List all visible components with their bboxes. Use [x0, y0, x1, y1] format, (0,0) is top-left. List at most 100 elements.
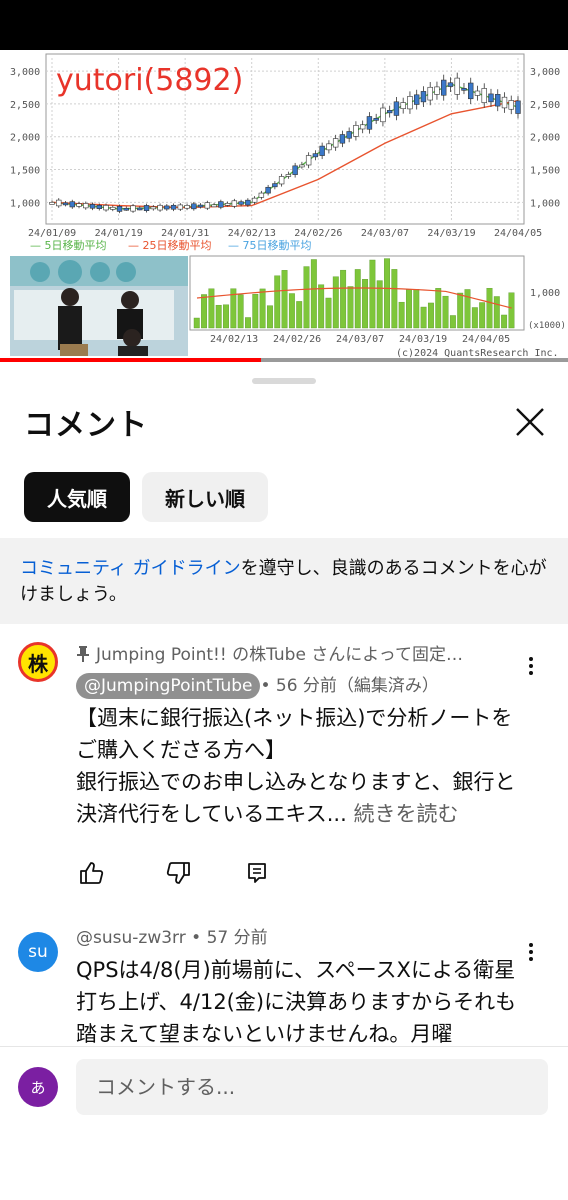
status-bar: [0, 0, 568, 50]
candle: [62, 202, 69, 206]
candle: [76, 203, 82, 207]
community-guideline-link[interactable]: コミュニティ ガイドライン: [20, 558, 241, 579]
volume-date-tick: 24/04/05: [462, 334, 510, 345]
candle: [326, 143, 332, 151]
sort-chip-popular[interactable]: 人気順: [24, 472, 130, 522]
comment-menu-button[interactable]: [518, 650, 544, 682]
candle: [386, 110, 393, 114]
volume-bar: [464, 289, 471, 329]
read-more-link[interactable]: 続きを読む: [353, 802, 458, 826]
comment-meta: @JumpingPointTube • 56 分前（編集済み）: [76, 672, 526, 700]
pinned-notice: Jumping Point!! の株Tube さんによって固定…: [76, 642, 526, 668]
candle: [218, 201, 224, 208]
video-progress-bar[interactable]: [0, 358, 568, 362]
video-player[interactable]: yutori(5892) 3,000 3,000 2,500 2,500 2,000 2,…: [0, 50, 568, 362]
kebab-dot: [529, 671, 533, 675]
volume-bar: [215, 304, 222, 329]
candle: [164, 205, 170, 210]
date-tick-label: 24/01/19: [95, 228, 143, 239]
candle: [103, 205, 109, 211]
candle: [143, 205, 150, 211]
dislike-button[interactable]: [164, 858, 194, 888]
volume-bar: [325, 297, 332, 329]
volume-bar: [413, 289, 420, 329]
price-tick-label: 3,000: [10, 67, 40, 78]
candle: [197, 204, 204, 208]
kebab-dot: [529, 664, 533, 668]
candle: [515, 100, 521, 114]
volume-bar: [223, 304, 229, 329]
candle: [89, 204, 96, 209]
reply-button[interactable]: [242, 858, 272, 888]
pin-icon: [77, 646, 89, 662]
date-tick-label: 24/02/26: [294, 228, 342, 239]
volume-bar: [479, 302, 486, 329]
candle: [332, 138, 339, 148]
candle: [447, 82, 454, 87]
kebab-dot: [529, 657, 533, 661]
volume-bar: [406, 289, 412, 329]
volume-bar: [288, 293, 295, 329]
comment-menu-button[interactable]: [518, 936, 544, 968]
reply-icon: [248, 863, 266, 883]
candle: [177, 204, 184, 210]
candle: [184, 205, 190, 209]
candle: [49, 202, 55, 205]
candle: [292, 165, 298, 175]
thumbs-down-icon: [166, 862, 190, 884]
close-button[interactable]: [508, 400, 552, 444]
candle: [130, 205, 136, 212]
candle: [353, 125, 359, 137]
date-tick-label: 24/02/13: [228, 228, 276, 239]
candle: [508, 100, 514, 110]
candle: [157, 204, 163, 211]
kebab-dot: [529, 950, 533, 954]
my-avatar: あ: [18, 1067, 58, 1107]
candle: [373, 118, 379, 121]
candle: [265, 186, 271, 194]
volume-bar: [266, 305, 273, 329]
volume-bar: [362, 279, 369, 329]
user-avatar[interactable]: su: [18, 932, 58, 972]
candle: [495, 94, 501, 107]
candle: [224, 203, 231, 206]
channel-avatar[interactable]: 株: [18, 642, 58, 682]
close-icon: [516, 408, 544, 436]
comment-input[interactable]: [76, 1059, 548, 1115]
author-handle[interactable]: @susu-zw3rr: [76, 928, 186, 948]
volume-bar: [274, 275, 281, 329]
stock-chart: yutori(5892) 3,000 3,000 2,500 2,500 2,000 2,…: [0, 50, 568, 362]
comments-sheet: コメント 人気順 新しい順 コミュニティ ガイドラインを遵守し、良識のあるコメン…: [0, 366, 568, 1200]
legend-ma5: — 5日移動平均: [30, 238, 107, 252]
price-tick-label: 2,000: [10, 133, 40, 144]
volume-bar: [347, 286, 354, 329]
volume-bar: [193, 317, 200, 329]
kebab-dot: [529, 943, 533, 947]
sheet-drag-handle[interactable]: [252, 378, 316, 384]
candle: [69, 201, 75, 208]
legend-ma75: — 75日移動平均: [228, 238, 312, 252]
candle: [191, 203, 197, 210]
volume-bar: [296, 301, 303, 329]
volume-bar: [318, 284, 325, 329]
candle: [454, 77, 460, 95]
candle: [245, 199, 251, 206]
like-button[interactable]: [76, 858, 106, 888]
candle: [468, 82, 474, 100]
volume-bar: [252, 293, 259, 329]
candle: [420, 91, 427, 103]
candle: [413, 94, 420, 105]
chart-title: yutori(5892): [56, 63, 243, 98]
volume-bar: [398, 301, 405, 329]
price-tick-label: 1,000: [10, 198, 40, 209]
volume-bar: [259, 288, 266, 329]
volume-bar: [384, 258, 390, 329]
candle: [380, 107, 386, 123]
sheet-title: コメント: [24, 408, 148, 443]
sort-chip-newest[interactable]: 新しい順: [142, 472, 268, 522]
community-guideline-notice: コミュニティ ガイドラインを遵守し、良識のあるコメントを心がけましょう。: [0, 538, 568, 624]
candle: [461, 88, 467, 91]
candle: [339, 134, 346, 144]
author-handle-badge[interactable]: @JumpingPointTube: [76, 673, 261, 699]
candle: [393, 101, 400, 116]
